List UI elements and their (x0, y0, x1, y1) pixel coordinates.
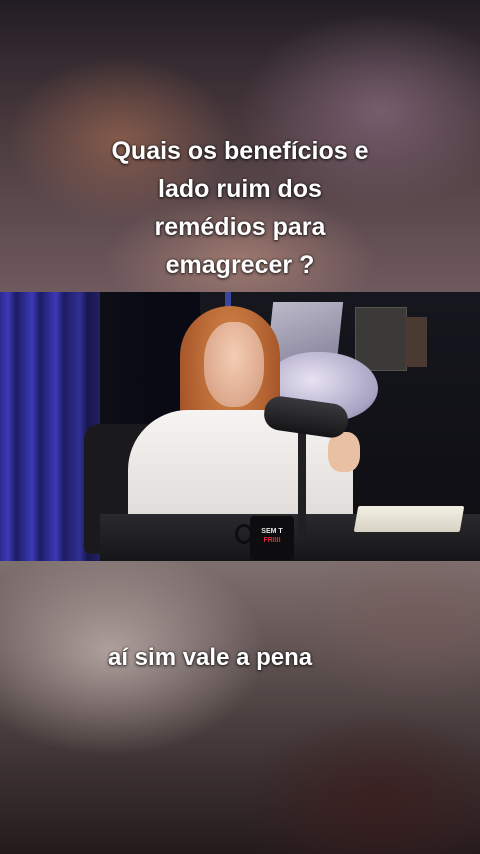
question-line-4: emagrecer ? (165, 251, 315, 279)
mug-label-top: SEM T (261, 528, 283, 535)
blurred-background-bottom (0, 561, 480, 854)
subtitle-caption: aí sim vale a pena (108, 644, 313, 671)
speaker-face (204, 322, 264, 407)
notebook (353, 506, 465, 532)
question-caption: Quais os benefícios e lado ruim dos remé… (0, 132, 480, 284)
video-screen[interactable]: SEM T FRIIII Quais os benefícios e lado … (0, 0, 480, 854)
question-line-2: lado ruim dos (158, 175, 322, 203)
book (355, 307, 407, 371)
mug-label-bottom: FRIIII (263, 537, 281, 544)
mug: SEM T FRIIII (250, 516, 294, 560)
video-frame[interactable]: SEM T FRIIII (0, 292, 480, 561)
speaker-hand (328, 432, 360, 472)
mic-boom (298, 422, 306, 542)
question-line-1: Quais os benefícios e (111, 137, 369, 165)
book-small (405, 317, 427, 367)
question-line-3: remédios para (154, 213, 326, 241)
